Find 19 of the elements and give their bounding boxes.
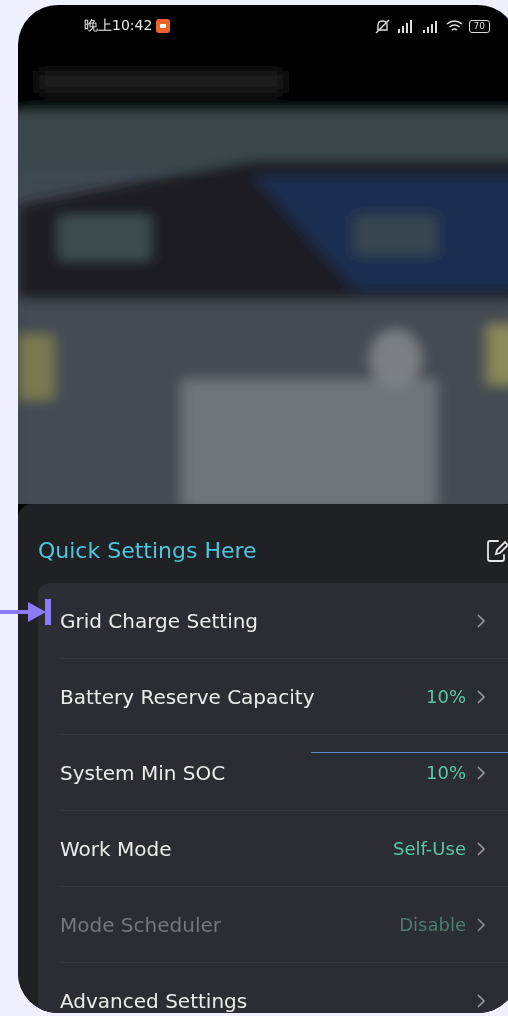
signal-icon (421, 19, 440, 33)
chevron-icon (476, 764, 486, 781)
settings-row[interactable]: Grid Charge Setting (60, 583, 508, 659)
edit-icon[interactable] (486, 538, 508, 563)
settings-row[interactable]: Advanced Settings (60, 963, 508, 1013)
wifi-icon (445, 19, 463, 33)
chevron-icon (476, 612, 486, 629)
settings-row[interactable]: Work Mode Self-Use (60, 811, 508, 887)
chevron-icon (476, 992, 486, 1009)
recording-icon (156, 19, 171, 33)
bell-muted-icon (374, 18, 390, 34)
sheet-title: Quick Settings Here (38, 538, 257, 563)
settings-row[interactable]: Battery Reserve Capacity 10% (60, 659, 508, 735)
arrow-icon (0, 598, 52, 626)
chevron-icon (476, 688, 486, 705)
status-time: 晚上10:42 (84, 17, 153, 35)
battery-icon: 70 (468, 19, 490, 33)
chevron-icon (476, 916, 486, 933)
chevron-icon (476, 840, 486, 857)
